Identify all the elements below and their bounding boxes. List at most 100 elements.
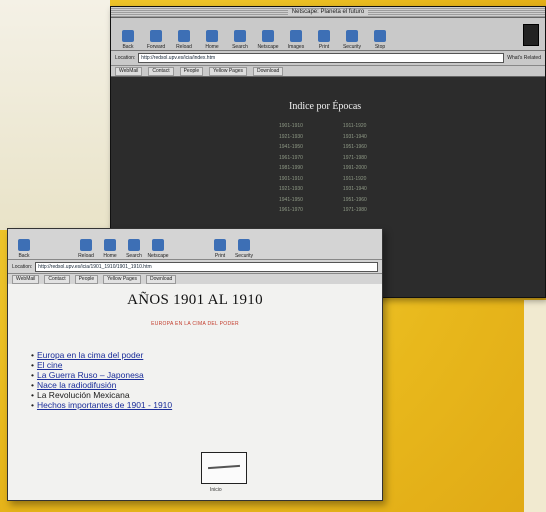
url-input[interactable]: http://redsol.upv.es/icia/index.htm (138, 53, 505, 63)
security-button[interactable]: Security (341, 22, 363, 50)
front-page-content: AÑOS 1901 AL 1910 EUROPA EN LA CIMA DEL … (8, 284, 382, 500)
directory-button[interactable]: WebMail (115, 66, 143, 76)
home-button[interactable]: Home (100, 231, 120, 259)
directory-button[interactable]: Contact (44, 274, 70, 284)
toolbar-button-label: Home (205, 44, 219, 50)
epoch-link[interactable]: 1991-2000 (343, 165, 367, 176)
image-caption: Inicio (210, 487, 222, 493)
epoch-link[interactable]: 1951-1960 (343, 197, 367, 208)
search-icon (234, 30, 246, 42)
toolbar-button-label: Netscape (147, 253, 169, 259)
forward-arrow-icon (150, 30, 162, 42)
list-item: Europa en la cima del poder (31, 350, 172, 360)
list-item: Nace la radiodifusión (31, 380, 172, 390)
home-button[interactable]: Home (201, 22, 223, 50)
epoch-link[interactable]: 1971-1980 (343, 155, 367, 166)
netscape-button[interactable]: Netscape (147, 231, 169, 259)
directory-button[interactable]: People (179, 66, 204, 76)
print-button[interactable]: Print (313, 22, 335, 50)
epoch-link[interactable]: 1901-1910 (279, 123, 303, 134)
list-item: Hechos importantes de 1901 - 1910 (31, 400, 172, 410)
topic-link[interactable]: El cine (37, 360, 63, 370)
epoch-row: 1941-1950 1951-1960 (279, 144, 367, 155)
directory-button[interactable]: Download (146, 274, 177, 284)
directory-button[interactable]: Yellow Pages (209, 66, 248, 76)
paper-edge (524, 300, 546, 512)
list-item: La Guerra Ruso – Japonesa (31, 370, 172, 380)
epoch-link[interactable]: 1951-1960 (343, 144, 367, 155)
page-title: AÑOS 1901 AL 1910 (127, 292, 263, 308)
url-input[interactable]: http://redsol.upv.es/icia/1901_1910/1901… (35, 261, 378, 272)
toolbar-button-label: Images (287, 44, 305, 50)
search-button[interactable]: Search (229, 22, 251, 50)
back-title-bar[interactable]: Netscape: Planeta el futuro (111, 7, 545, 18)
security-button[interactable]: Security (234, 231, 254, 259)
toolbar-button-label: Reload (176, 44, 192, 50)
toolbar-button-label: Stop (374, 44, 386, 50)
reload-icon (80, 239, 92, 251)
toolbar-button-label: Print (214, 253, 226, 259)
toolbar-button-label: Security (234, 253, 254, 259)
whats-related-button[interactable]: What's Related (507, 55, 541, 61)
topic-link[interactable]: Europa en la cima del poder (37, 350, 143, 360)
directory-button[interactable]: Yellow Pages (103, 274, 142, 284)
topic-text: La Revolución Mexicana (36, 390, 130, 400)
epoch-link[interactable]: 1931-1940 (343, 186, 367, 197)
back-toolbar: Back Forward Reload Home Search Netscape Image… (111, 18, 545, 51)
print-icon (214, 239, 226, 251)
location-label: Location: (115, 55, 136, 61)
epoch-row: 1941-1950 1951-1960 (279, 197, 367, 208)
back-page-heading: Indice por Épocas (289, 101, 362, 112)
epoch-row: 1981-1990 1991-2000 (279, 165, 367, 176)
search-button[interactable]: Search (124, 231, 144, 259)
epoch-link[interactable]: 1961-1970 (279, 207, 303, 218)
paper-background (0, 0, 110, 230)
epoch-link[interactable]: 1941-1950 (279, 144, 303, 155)
epoch-link[interactable]: 1961-1970 (279, 155, 303, 166)
epoch-link[interactable]: 1901-1910 (279, 176, 303, 187)
print-button[interactable]: Print (210, 231, 230, 259)
toolbar-button-label: Print (318, 44, 330, 50)
toolbar-button-label: Netscape (257, 44, 279, 50)
topic-link[interactable]: La Guerra Ruso – Japonesa (37, 370, 144, 380)
search-icon (128, 239, 140, 251)
list-item: La Revolución Mexicana (31, 390, 172, 400)
toolbar-button-label: Security (342, 44, 362, 50)
reload-button[interactable]: Reload (173, 22, 195, 50)
front-browser-window: Back Reload Home Search Netscape Print Securit… (7, 228, 383, 501)
front-location-bar: Location: http://redsol.upv.es/icia/1901… (8, 260, 382, 274)
epoch-row: 1961-1970 1971-1980 (279, 207, 367, 218)
netscape-button[interactable]: Netscape (257, 22, 279, 50)
epoch-link[interactable]: 1931-1940 (343, 134, 367, 145)
epoch-row: 1901-1910 1911-1920 (279, 123, 367, 134)
stop-button[interactable]: Stop (369, 22, 391, 50)
directory-button[interactable]: Download (253, 66, 284, 76)
epoch-link[interactable]: 1941-1950 (279, 197, 303, 208)
home-image-button[interactable] (201, 452, 247, 484)
front-toolbar: Back Reload Home Search Netscape Print Securit… (8, 229, 382, 260)
epoch-link[interactable]: 1981-1990 (279, 165, 303, 176)
directory-button[interactable]: Contact (148, 66, 174, 76)
back-button[interactable]: Back (117, 22, 139, 50)
toolbar-button-label: Forward (146, 44, 166, 50)
topic-link[interactable]: Hechos importantes de 1901 - 1910 (37, 400, 172, 410)
epoch-link[interactable]: 1911-1920 (343, 123, 367, 134)
epoch-link[interactable]: 1921-1930 (279, 186, 303, 197)
epoch-row: 1961-1970 1971-1980 (279, 155, 367, 166)
reload-button[interactable]: Reload (76, 231, 96, 259)
epoch-link[interactable]: 1921-1930 (279, 134, 303, 145)
forward-button[interactable]: Forward (145, 22, 167, 50)
topic-link[interactable]: Nace la radiodifusión (37, 380, 116, 390)
epoch-link[interactable]: 1911-1920 (343, 176, 367, 187)
back-button[interactable]: Back (14, 231, 34, 259)
list-item: El cine (31, 360, 172, 370)
directory-button[interactable]: People (74, 274, 99, 284)
back-location-bar: Location: http://redsol.upv.es/icia/inde… (111, 51, 545, 66)
back-directory-bar: WebMail Contact People Yellow Pages Download (111, 66, 545, 77)
topic-link-list: Europa en la cima del poderEl cineLa Gue… (31, 350, 172, 410)
lock-icon (346, 30, 358, 42)
netscape-logo (523, 24, 539, 46)
directory-button[interactable]: WebMail (12, 274, 40, 284)
epoch-link[interactable]: 1971-1980 (343, 207, 367, 218)
images-button[interactable]: Images (285, 22, 307, 50)
